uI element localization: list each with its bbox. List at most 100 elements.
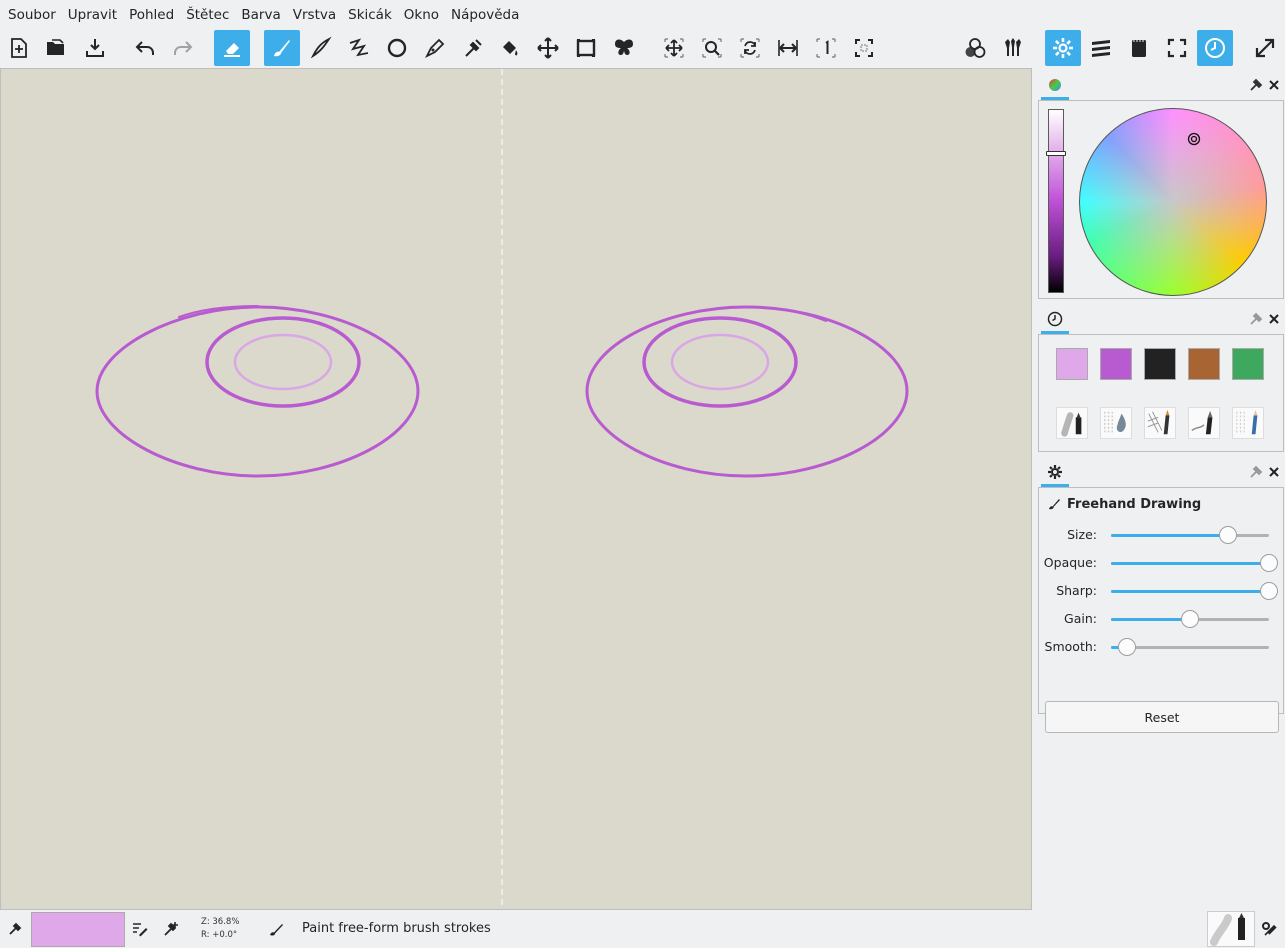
color-swatch-1[interactable] [1100,348,1132,380]
brush-preset-airbrush-marker[interactable] [1056,407,1088,439]
color-picker-icon[interactable] [5,919,25,939]
reset-zoom-icon [816,38,836,58]
menu-item-1[interactable]: Upravit [62,0,123,30]
slider-track[interactable] [1111,582,1278,600]
float-panel-icon[interactable] [1247,463,1265,481]
menu-item-4[interactable]: Barva [235,0,286,30]
drawing-canvas[interactable] [0,68,1032,910]
layers-button[interactable] [1083,30,1119,66]
freehand-brush-icon [266,919,286,939]
slider-label: Sharp: [1056,583,1097,598]
menu-item-6[interactable]: Skicák [342,0,398,30]
color-panel-tabbar [1037,70,1285,100]
rotate-view-button[interactable] [732,30,768,66]
menu-item-3[interactable]: Štětec [180,0,235,30]
outer-ellipse-right [585,305,909,478]
color-picker-button[interactable] [455,30,491,66]
slider-handle[interactable] [1181,610,1199,628]
undo-button[interactable] [127,30,163,66]
fullscreen-button[interactable] [1159,30,1195,66]
freehand-brush-button[interactable] [264,30,300,66]
mirror-view-button[interactable] [770,30,806,66]
frame-button[interactable] [568,30,604,66]
current-brush-preview[interactable] [1207,911,1255,947]
fill-icon [503,41,518,56]
stroke-tail-right [745,306,827,322]
color-swatch-2[interactable] [1144,348,1176,380]
move-layer-button[interactable] [530,30,566,66]
slider-label: Gain: [1064,611,1097,626]
redo-button[interactable] [165,30,201,66]
inking-button[interactable] [303,30,339,66]
close-icon[interactable] [1265,76,1283,94]
edit-color-icon[interactable] [130,919,150,939]
rotation-readout: R: +0.0° [201,930,238,940]
slider-row-3: Gain: [1039,605,1283,633]
expand-button[interactable] [1247,30,1283,66]
brush-preset-blue-pencil[interactable] [1232,407,1264,439]
brush-preset-pencil-crosshatch[interactable] [1144,407,1176,439]
close-icon[interactable] [1265,463,1283,481]
menu-item-7[interactable]: Okno [398,0,445,30]
color-mix-button[interactable] [957,30,993,66]
pen-button[interactable] [417,30,453,66]
slider-track[interactable] [1111,554,1278,572]
brush-preset-ink-pen[interactable] [1188,407,1220,439]
zoom-view-button[interactable] [694,30,730,66]
pencil-crosshatch-icon [1147,409,1170,435]
canvas-artwork [95,69,909,909]
eraser-button[interactable] [214,30,250,66]
slider-handle[interactable] [1260,582,1278,600]
slider-handle[interactable] [1218,526,1237,544]
color-wheel[interactable] [1079,108,1267,296]
inner-ellipse-right [670,333,770,391]
float-panel-icon[interactable] [1247,310,1265,328]
brushes-button[interactable] [995,30,1031,66]
menu-item-5[interactable]: Vrstva [287,0,342,30]
brush-preset-water-drop[interactable] [1100,407,1132,439]
slider-handle[interactable] [1260,554,1278,572]
current-color-swatch[interactable] [31,912,125,947]
clock-icon[interactable] [1041,306,1069,334]
menu-item-0[interactable]: Soubor [2,0,62,30]
color-swatch-3[interactable] [1188,348,1220,380]
value-slider[interactable] [1048,109,1064,293]
color-wheel-marker[interactable] [1187,132,1201,146]
status-bar: Z: 36.8% R: +0.0° Paint free-form brush … [0,910,1285,948]
slider-track[interactable] [1111,526,1269,544]
slider-track[interactable] [1111,638,1269,656]
fill-button[interactable] [492,30,528,66]
open-file-button[interactable] [38,30,74,66]
blue-pencil-icon [1236,409,1258,435]
water-drop-icon [1104,411,1126,435]
color-swatch-4[interactable] [1232,348,1264,380]
close-icon[interactable] [1265,310,1283,328]
menu-item-8[interactable]: Nápověda [445,0,525,30]
reset-button[interactable]: Reset [1045,701,1279,733]
add-color-icon[interactable] [161,919,181,939]
color-wheel-icon[interactable] [1041,72,1069,100]
pan-view-button[interactable] [656,30,692,66]
float-panel-icon[interactable] [1247,76,1265,94]
brush-settings-icon[interactable] [1259,919,1279,939]
scratchpad-button[interactable] [1121,30,1157,66]
menu-item-2[interactable]: Pohled [123,0,180,30]
reset-zoom-button[interactable] [808,30,844,66]
fit-view-button[interactable] [846,30,882,66]
gear-icon[interactable] [1041,459,1069,487]
slider-handle[interactable] [1117,638,1136,656]
connected-lines-button[interactable] [341,30,377,66]
slider-track[interactable] [1111,610,1269,628]
color-swatch-0[interactable] [1056,348,1088,380]
zoom-readout: Z: 36.8% [201,917,240,927]
history-panel-tabbar [1037,304,1285,334]
color-mix-icon [965,38,986,58]
ellipse-button[interactable] [379,30,415,66]
value-slider-handle[interactable] [1046,151,1066,156]
status-message: Paint free-form brush strokes [302,921,491,936]
new-document-button[interactable] [1,30,37,66]
save-button[interactable] [77,30,113,66]
history-button[interactable] [1197,30,1233,66]
tool-options-button[interactable] [1045,30,1081,66]
symmetry-button[interactable] [606,30,642,66]
